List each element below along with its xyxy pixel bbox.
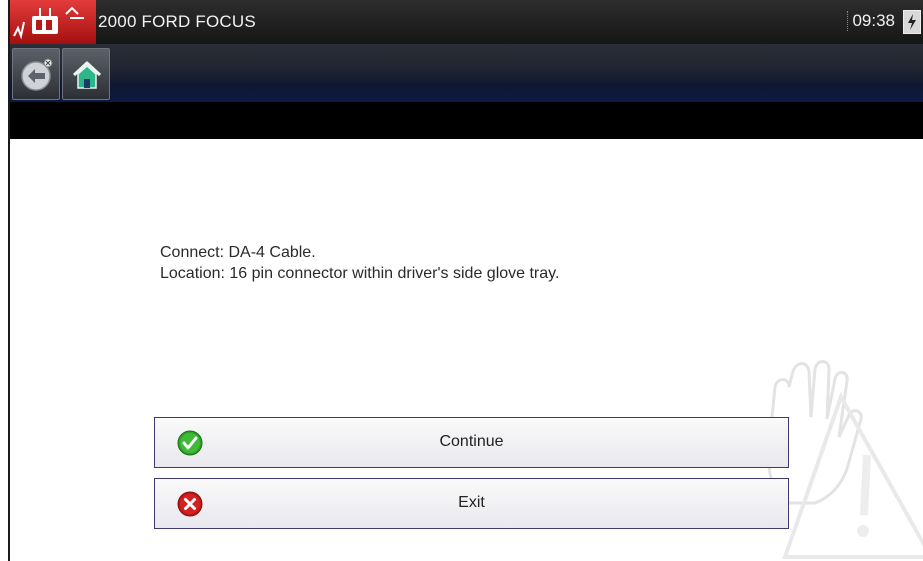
clock: 09:38 xyxy=(847,11,895,31)
header-band xyxy=(10,102,923,139)
back-arrow-icon xyxy=(21,58,53,91)
battery-charging-icon xyxy=(903,10,921,34)
instruction-message: Connect: DA-4 Cable. Location: 16 pin co… xyxy=(160,242,559,284)
main-content: Connect: DA-4 Cable. Location: 16 pin co… xyxy=(10,139,923,561)
continue-label: Continue xyxy=(439,433,504,450)
back-button[interactable] xyxy=(12,48,60,100)
app-window: 2000 FORD FOCUS 09:38 Connect: DA-4 Cabl… xyxy=(0,0,923,561)
home-icon xyxy=(72,61,102,89)
exit-label: Exit xyxy=(458,494,485,511)
vehicle-comm-icon[interactable] xyxy=(10,0,96,44)
connect-instruction: Connect: DA-4 Cable. xyxy=(160,244,316,261)
title-bar: 2000 FORD FOCUS 09:38 xyxy=(10,0,923,44)
toolbar xyxy=(10,44,923,102)
exit-button[interactable]: Exit xyxy=(154,478,789,529)
continue-button[interactable]: Continue xyxy=(154,417,789,468)
home-button[interactable] xyxy=(62,48,110,100)
vehicle-title: 2000 FORD FOCUS xyxy=(98,12,256,31)
location-instruction: Location: 16 pin connector within driver… xyxy=(160,265,560,282)
